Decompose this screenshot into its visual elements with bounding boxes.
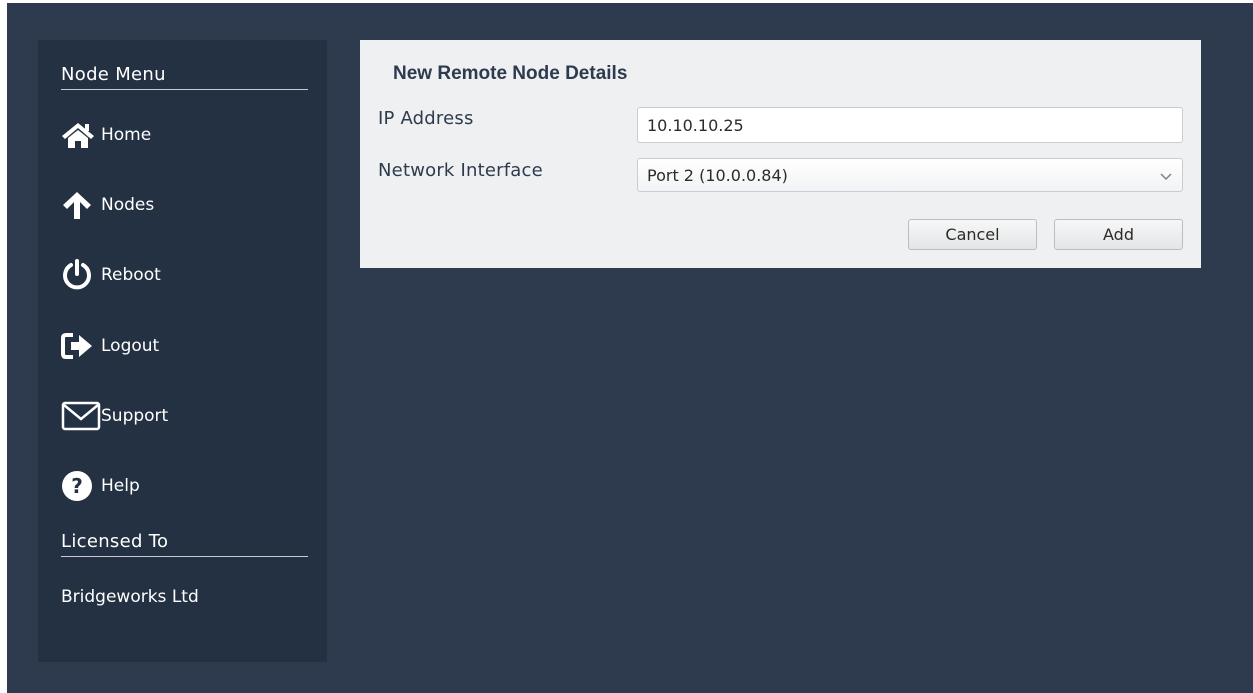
new-remote-node-panel: New Remote Node Details IP Address Netwo… (360, 40, 1201, 268)
svg-text:?: ? (71, 474, 83, 498)
sidebar-item-support[interactable]: Support (61, 396, 168, 436)
sidebar-item-label: Support (101, 406, 169, 426)
home-icon (61, 115, 101, 155)
cancel-button[interactable]: Cancel (908, 219, 1037, 250)
ip-address-input[interactable] (637, 107, 1183, 143)
sidebar-item-label: Help (101, 476, 140, 496)
node-menu-title: Node Menu (61, 64, 308, 90)
question-icon: ? (61, 466, 101, 506)
sidebar-item-label: Home (101, 125, 152, 145)
logout-icon (61, 326, 101, 366)
chevron-down-icon (1159, 166, 1173, 185)
arrow-up-icon (61, 185, 101, 225)
sidebar-item-help[interactable]: ? Help (61, 466, 140, 506)
sidebar-item-label: Nodes (101, 195, 155, 215)
sidebar: Node Menu Home Nodes Reboot Logout Suppo… (38, 40, 327, 662)
sidebar-item-nodes[interactable]: Nodes (61, 185, 154, 225)
licensed-to-title: Licensed To (61, 531, 308, 557)
sidebar-item-home[interactable]: Home (61, 115, 151, 155)
add-button[interactable]: Add (1054, 219, 1183, 250)
network-interface-select[interactable]: Port 2 (10.0.0.84) (637, 158, 1183, 192)
sidebar-item-logout[interactable]: Logout (61, 326, 159, 366)
app-background: Node Menu Home Nodes Reboot Logout Suppo… (7, 3, 1253, 693)
network-interface-label: Network Interface (378, 160, 543, 181)
power-icon (61, 255, 101, 295)
sidebar-item-label: Reboot (101, 265, 161, 285)
envelope-icon (61, 396, 101, 436)
ip-address-label: IP Address (378, 108, 474, 129)
panel-title: New Remote Node Details (393, 63, 628, 84)
licensee-name: Bridgeworks Ltd (61, 587, 199, 607)
sidebar-item-label: Logout (101, 336, 160, 356)
network-interface-value: Port 2 (10.0.0.84) (647, 165, 788, 185)
sidebar-item-reboot[interactable]: Reboot (61, 255, 161, 295)
